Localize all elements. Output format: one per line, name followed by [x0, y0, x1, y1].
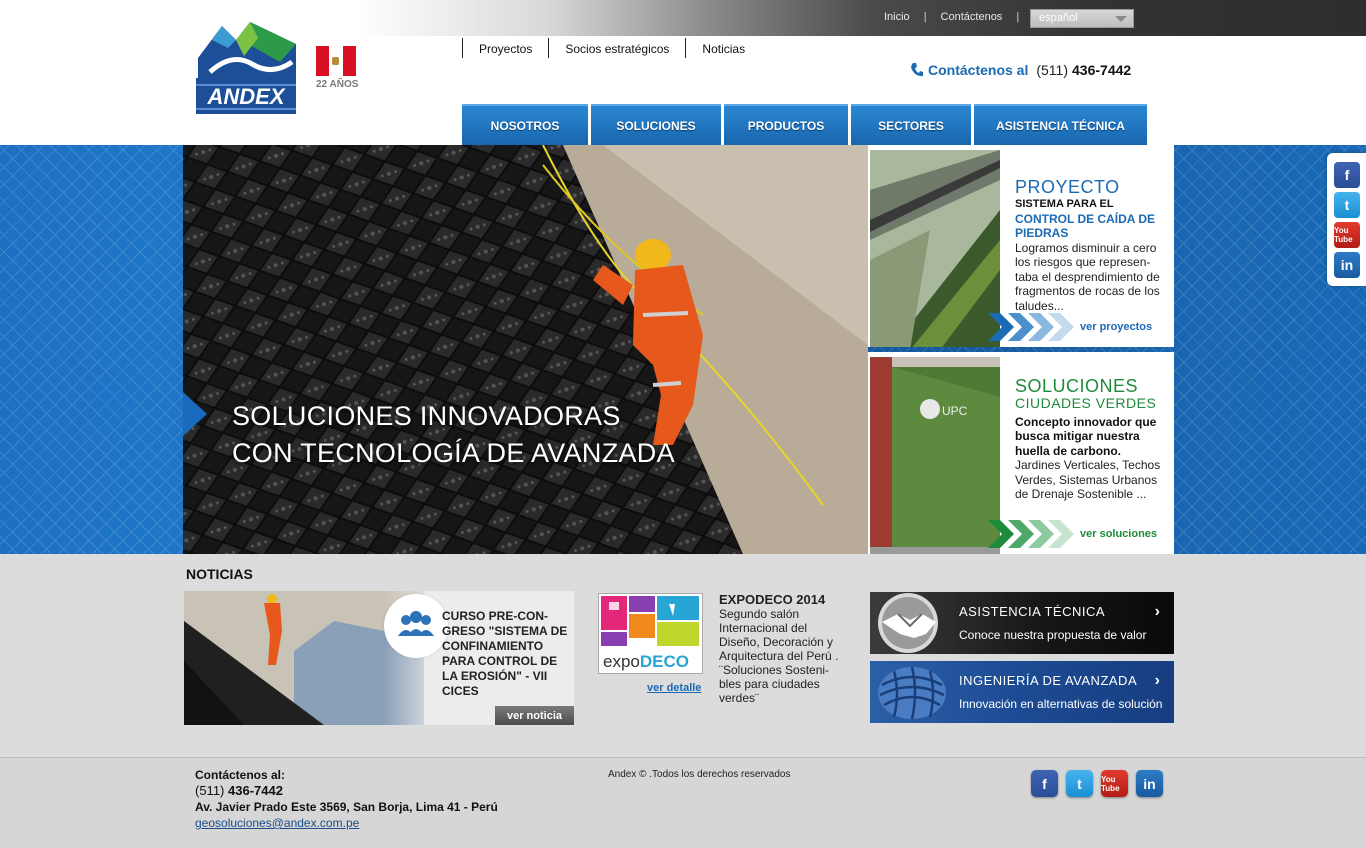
logo-text: ANDEX: [206, 84, 285, 109]
expodeco-body: Segundo salón Internacional del Diseño, …: [719, 607, 839, 705]
secondary-nav: Proyectos Socios estratégicos Noticias: [462, 38, 761, 58]
hero-slide[interactable]: [183, 145, 868, 554]
chevron-down-icon: [1115, 16, 1127, 22]
mesh-icon: [878, 666, 946, 720]
nav-nosotros[interactable]: NOSOTROS: [462, 104, 588, 146]
projects-card[interactable]: PROYECTO SISTEMA PARA EL CONTROL DE CAÍD…: [868, 145, 1174, 347]
header-phone: Contáctenos al (511) 436-7442: [910, 62, 1131, 78]
linkedin-icon[interactable]: in: [1136, 770, 1163, 797]
nav-sectores[interactable]: SECTORES: [851, 104, 971, 146]
banner-asistencia-subtitle: Conoce nuestra propuesta de valor: [959, 628, 1147, 642]
nav-soluciones[interactable]: SOLUCIONES: [591, 104, 721, 146]
subnav-socios[interactable]: Socios estratégicos: [548, 38, 685, 58]
side-social-bar: f t You Tube in: [1327, 153, 1366, 286]
solutions-card-more[interactable]: ver soluciones: [988, 520, 1157, 548]
chevron-right-icon: [1048, 313, 1074, 341]
separator: |: [1016, 11, 1020, 23]
footer-address: Av. Javier Prado Este 3569, San Borja, L…: [195, 800, 498, 814]
footer-email-link[interactable]: geosoluciones@andex.com.pe: [195, 816, 359, 830]
subnav-noticias[interactable]: Noticias: [685, 38, 761, 58]
projects-card-more[interactable]: ver proyectos: [988, 313, 1152, 341]
news-icon-circle: [384, 594, 448, 658]
handshake-icon: [878, 593, 938, 653]
hero-title-line2: CON TECNOLOGÍA DE AVANZADA: [232, 438, 675, 468]
youtube-icon[interactable]: You Tube: [1101, 770, 1128, 797]
expo-logo-text-a: expo: [603, 652, 640, 671]
projects-card-body: Logramos disminuir a cero los riesgos qu…: [1015, 240, 1160, 313]
peru-flag: [316, 46, 356, 76]
top-link-inicio[interactable]: Inicio: [884, 11, 910, 23]
expodeco-logo[interactable]: expoDECO: [598, 593, 703, 674]
projects-card-subtitle-blue: CONTROL DE CAÍDA DE PIEDRAS: [1015, 211, 1156, 241]
expodeco-title: EXPODECO 2014: [719, 592, 826, 607]
language-select[interactable]: español: [1030, 9, 1134, 28]
expodeco-text: EXPODECO 2014 Segundo salón Internaciona…: [719, 592, 851, 706]
people-icon: [398, 611, 434, 636]
phone-label: Contáctenos al: [928, 62, 1029, 78]
projects-card-image: [870, 150, 1000, 347]
solutions-card-title: SOLUCIONES: [1015, 376, 1139, 396]
solutions-card[interactable]: UPC SOLUCIONES CIUDADES VERDES Concepto …: [868, 352, 1174, 554]
solutions-image-sign: UPC: [942, 404, 968, 418]
separator: |: [923, 11, 927, 23]
news-item-course[interactable]: CURSO PRE-CON-GRESO "SISTEMA DE CONFINAM…: [184, 591, 574, 725]
banner-ingenieria-avanzada[interactable]: INGENIERÍA DE AVANZADA Innovación en alt…: [870, 661, 1174, 723]
solutions-card-subtitle: CIUDADES VERDES: [1015, 395, 1157, 411]
banner-ingenieria-title: INGENIERÍA DE AVANZADA: [959, 673, 1138, 688]
linkedin-icon[interactable]: in: [1334, 252, 1360, 278]
twitter-icon[interactable]: t: [1334, 192, 1360, 218]
projects-card-link[interactable]: ver proyectos: [1080, 321, 1152, 333]
ver-detalle-link[interactable]: ver detalle: [647, 682, 701, 694]
solutions-card-text: SOLUCIONES CIUDADES VERDES Concepto inno…: [1015, 376, 1167, 502]
chevron-right-icon: [1048, 520, 1074, 548]
chevron-right-icon: ›: [1154, 603, 1160, 620]
facebook-icon[interactable]: f: [1031, 770, 1058, 797]
solutions-card-bold: Concepto innovador que busca mitigar nue…: [1015, 414, 1157, 458]
footer-phone: (511) 436-7442: [195, 783, 498, 799]
hero-title: SOLUCIONES INNOVADORAS CON TECNOLOGÍA DE…: [232, 398, 675, 472]
projects-card-subtitle: SISTEMA PARA EL: [1015, 198, 1114, 210]
facebook-icon[interactable]: f: [1334, 162, 1360, 188]
language-value: español: [1039, 12, 1078, 24]
projects-card-title: PROYECTO: [1015, 177, 1120, 197]
solutions-card-image: UPC: [870, 357, 1000, 554]
banner-asistencia-title: ASISTENCIA TÉCNICA: [959, 604, 1106, 619]
main-nav: NOSOTROS SOLUCIONES PRODUCTOS SECTORES A…: [462, 104, 1150, 146]
top-links: Inicio | Contáctenos |: [884, 11, 1033, 23]
hero-arrow-marker: [183, 392, 207, 436]
nav-asistencia-tecnica[interactable]: ASISTENCIA TÉCNICA: [974, 104, 1147, 146]
svg-text:expoDECO: expoDECO: [603, 652, 689, 671]
ver-noticia-button[interactable]: ver noticia: [495, 706, 574, 725]
youtube-icon[interactable]: You Tube: [1334, 222, 1360, 248]
footer-phone-number: 436-7442: [228, 783, 283, 798]
andex-logo[interactable]: ANDEX: [192, 18, 300, 120]
hero-image: [183, 145, 868, 554]
chevron-right-icon: ›: [1154, 672, 1160, 689]
hero-title-line1: SOLUCIONES INNOVADORAS: [232, 401, 621, 431]
footer-phone-prefix: (511): [195, 783, 225, 798]
subnav-proyectos[interactable]: Proyectos: [462, 38, 548, 58]
news-heading: NOTICIAS: [186, 566, 253, 582]
top-link-contactenos[interactable]: Contáctenos: [941, 11, 1003, 23]
nav-productos[interactable]: PRODUCTOS: [724, 104, 848, 146]
expo-logo-text-b: DECO: [640, 652, 689, 671]
years-badge: 22 AÑOS: [316, 79, 359, 90]
footer-contact: Contáctenos al: (511) 436-7442 Av. Javie…: [195, 767, 498, 831]
twitter-icon[interactable]: t: [1066, 770, 1093, 797]
footer-contact-label: Contáctenos al:: [195, 768, 286, 782]
footer-social: f t You Tube in: [1031, 770, 1171, 797]
phone-icon: [911, 63, 923, 77]
banner-asistencia-tecnica[interactable]: ASISTENCIA TÉCNICA Conoce nuestra propue…: [870, 592, 1174, 654]
footer-copyright: Andex © .Todos los derechos reservados: [608, 769, 791, 780]
news-course-text: CURSO PRE-CON-GRESO "SISTEMA DE CONFINAM…: [442, 609, 568, 698]
projects-card-text: PROYECTO SISTEMA PARA EL CONTROL DE CAÍD…: [1015, 177, 1167, 313]
expodeco-image: expoDECO: [601, 596, 699, 671]
phone-number: 436-7442: [1072, 62, 1132, 78]
solutions-card-link[interactable]: ver soluciones: [1080, 528, 1157, 540]
solutions-card-body: Jardines Verticales, Techos Verdes, Sist…: [1015, 458, 1161, 501]
phone-prefix: (511): [1036, 62, 1069, 78]
banner-ingenieria-subtitle: Innovación en alternativas de solución: [959, 697, 1163, 711]
